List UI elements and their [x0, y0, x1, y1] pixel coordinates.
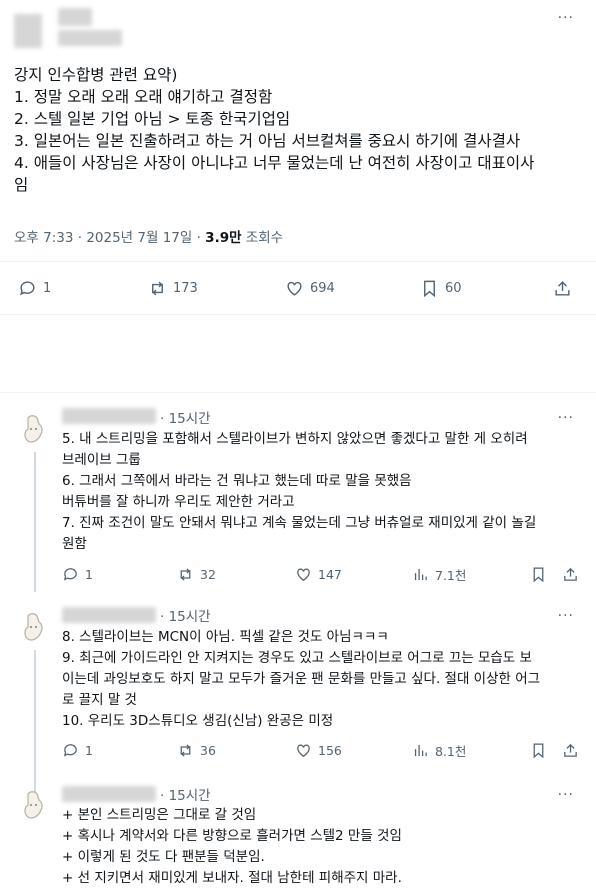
- analytics-icon: [414, 568, 427, 580]
- reply-line: 9. 최근에 가이드라인 안 지켜지는 경우도 있고 스텔라이브로 어그로 끄는…: [62, 650, 532, 666]
- share-icon: [564, 743, 577, 757]
- bookmark-icon: [533, 566, 544, 582]
- retweet-count: 32: [200, 566, 216, 582]
- reply-action-bar: 1 32 147 7.1천: [0, 564, 596, 584]
- views-button[interactable]: 8.1천: [412, 741, 466, 760]
- bookmark-icon: [424, 280, 435, 297]
- bookmark-icon: [533, 742, 544, 758]
- tweet-timestamp[interactable]: 오후 7:33 · 2025년 7월 17일 ·: [14, 230, 205, 246]
- avatar[interactable]: [20, 612, 46, 642]
- reply-line: 브레이브 그룹: [62, 452, 141, 468]
- retweet-icon: [152, 281, 163, 295]
- avatar[interactable]: [20, 414, 46, 444]
- tweet-line: 3. 일본어는 일본 진출하려고 하는 거 아님 서브컬쳐를 중요시 하기에 결…: [14, 132, 521, 150]
- tweet-line: 4. 애들이 사장님은 사장이 아니냐고 너무 물었는데 난 여전히 사장이고 …: [14, 154, 535, 172]
- share-button[interactable]: [562, 742, 579, 759]
- tweet-line: 2. 스텔 일본 기업 아님 > 토종 한국기업임: [14, 110, 291, 128]
- reply-line: + 이렇게 된 것도 다 팬분들 덕분임.: [62, 849, 265, 865]
- tweet-line: 강지 인수합병 관련 요약): [14, 66, 178, 84]
- reply-line: 6. 그래서 그쪽에서 바라는 건 뭐냐고 했는데 따로 말을 못했음: [62, 473, 412, 489]
- bookmark-button[interactable]: 60: [420, 279, 462, 298]
- reply-line: 7. 진짜 조건이 말도 안돼서 뭐냐고 계속 물었는데 그냥 버츄얼로 재미있…: [62, 515, 537, 531]
- reply-body: + 본인 스트리밍은 그대로 갈 것임 + 혹시나 계약서와 다른 방향으로 흘…: [62, 805, 582, 889]
- views-count: 8.1천: [435, 743, 467, 759]
- reply-line: 8. 스텔라이브는 MCN이 아님. 픽셀 같은 것도 아님ㅋㅋㅋ: [62, 629, 389, 645]
- like-button[interactable]: 694: [285, 279, 335, 298]
- reply-icon: [20, 280, 35, 295]
- reply-line: 10. 우리도 3D스튜디오 생김(신남) 완공은 미정: [62, 713, 334, 729]
- heart-icon: [297, 568, 310, 581]
- divider: [0, 261, 596, 262]
- heart-icon: [287, 281, 302, 296]
- heart-icon: [297, 744, 310, 757]
- more-options-icon[interactable]: ···: [558, 410, 574, 426]
- reply-icon: [63, 567, 77, 581]
- retweet-button[interactable]: 32: [177, 566, 216, 583]
- reply-line: + 혹시나 계약서와 다른 방향으로 흘러가면 스텔2 만들 것임: [62, 828, 402, 844]
- views-count: 7.1천: [435, 567, 467, 583]
- like-count: 156: [318, 742, 342, 758]
- view-count: 3.9만: [205, 230, 242, 246]
- like-button[interactable]: 156: [295, 742, 342, 759]
- author-name-blurred[interactable]: [58, 8, 92, 26]
- retweet-icon: [180, 567, 191, 581]
- retweet-button[interactable]: 173: [148, 279, 198, 298]
- retweet-count: 36: [200, 742, 216, 758]
- thread-line: [34, 650, 36, 792]
- retweet-icon: [180, 743, 191, 757]
- reply-body: 8. 스텔라이브는 MCN이 아님. 픽셀 같은 것도 아님ㅋㅋㅋ 9. 최근에…: [62, 627, 582, 732]
- reply-author-blurred[interactable]: [62, 408, 156, 424]
- author-avatar-blurred[interactable]: [14, 14, 42, 48]
- reply-line: 원함: [62, 536, 87, 552]
- views-button[interactable]: 7.1천: [412, 565, 466, 584]
- bookmark-button[interactable]: [530, 566, 547, 583]
- like-count: 147: [318, 566, 342, 582]
- retweet-button[interactable]: 36: [177, 742, 216, 759]
- reply-line: 5. 내 스트리밍을 포함해서 스텔라이브가 변하지 않았으면 좋겠다고 말한 …: [62, 431, 528, 447]
- reply-time[interactable]: · 15시간: [160, 605, 211, 625]
- divider: [0, 314, 596, 315]
- reply-count: 1: [85, 566, 93, 582]
- reply-time[interactable]: · 15시간: [160, 407, 211, 427]
- reply-time[interactable]: · 15시간: [160, 784, 211, 804]
- reply-count: 1: [43, 280, 52, 296]
- share-icon: [564, 567, 577, 581]
- reply-button[interactable]: 1: [18, 279, 51, 298]
- share-button[interactable]: [553, 279, 572, 298]
- like-button[interactable]: 147: [295, 566, 342, 583]
- reply-line: + 본인 스트리밍은 그대로 갈 것임: [62, 807, 257, 823]
- tweet-line: 임: [14, 176, 29, 194]
- main-action-bar: 1 173 694 60: [0, 276, 596, 300]
- like-count: 694: [310, 280, 335, 296]
- reply-author-blurred[interactable]: [62, 607, 156, 623]
- bookmark-count: 60: [445, 280, 462, 296]
- reply-line: 버튜버를 잘 하니까 우리도 제안한 거라고: [62, 494, 295, 510]
- reply-button[interactable]: 1: [62, 742, 93, 759]
- analytics-icon: [414, 744, 427, 756]
- reply-line: 로 끌지 말 것: [62, 692, 137, 708]
- reply-line: + 선 지키면서 재미있게 보내자. 절대 남한테 피해주지 마라.: [62, 870, 402, 886]
- share-icon: [555, 280, 570, 296]
- tweet-line: 1. 정말 오래 오래 오래 얘기하고 결정함: [14, 88, 273, 106]
- avatar[interactable]: [20, 790, 46, 820]
- reply-author-blurred[interactable]: [62, 786, 156, 802]
- reply-body: 5. 내 스트리밍을 포함해서 스텔라이브가 변하지 않았으면 좋겠다고 말한 …: [62, 429, 582, 555]
- tweet-meta: 오후 7:33 · 2025년 7월 17일 · 3.9만 조회수: [14, 226, 283, 246]
- tweet-body: 강지 인수합병 관련 요약) 1. 정말 오래 오래 오래 얘기하고 결정함 2…: [14, 64, 584, 196]
- more-options-icon[interactable]: ···: [558, 787, 574, 803]
- more-options-icon[interactable]: ···: [558, 608, 574, 624]
- reply-line: 이는데 과잉보호도 하지 말고 모두가 즐거운 팬 문화를 만들고 싶다. 절대…: [62, 671, 541, 687]
- more-options-icon[interactable]: ···: [558, 10, 574, 26]
- share-button[interactable]: [562, 566, 579, 583]
- section-divider: [0, 392, 596, 393]
- reply-count: 1: [85, 742, 93, 758]
- bookmark-button[interactable]: [530, 742, 547, 759]
- reply-action-bar: 1 36 156 8.1천: [0, 740, 596, 760]
- reply-button[interactable]: 1: [62, 566, 93, 583]
- reply-icon: [63, 743, 77, 757]
- view-label: 조회수: [241, 230, 284, 246]
- author-handle-blurred[interactable]: [58, 30, 122, 46]
- retweet-count: 173: [173, 280, 198, 296]
